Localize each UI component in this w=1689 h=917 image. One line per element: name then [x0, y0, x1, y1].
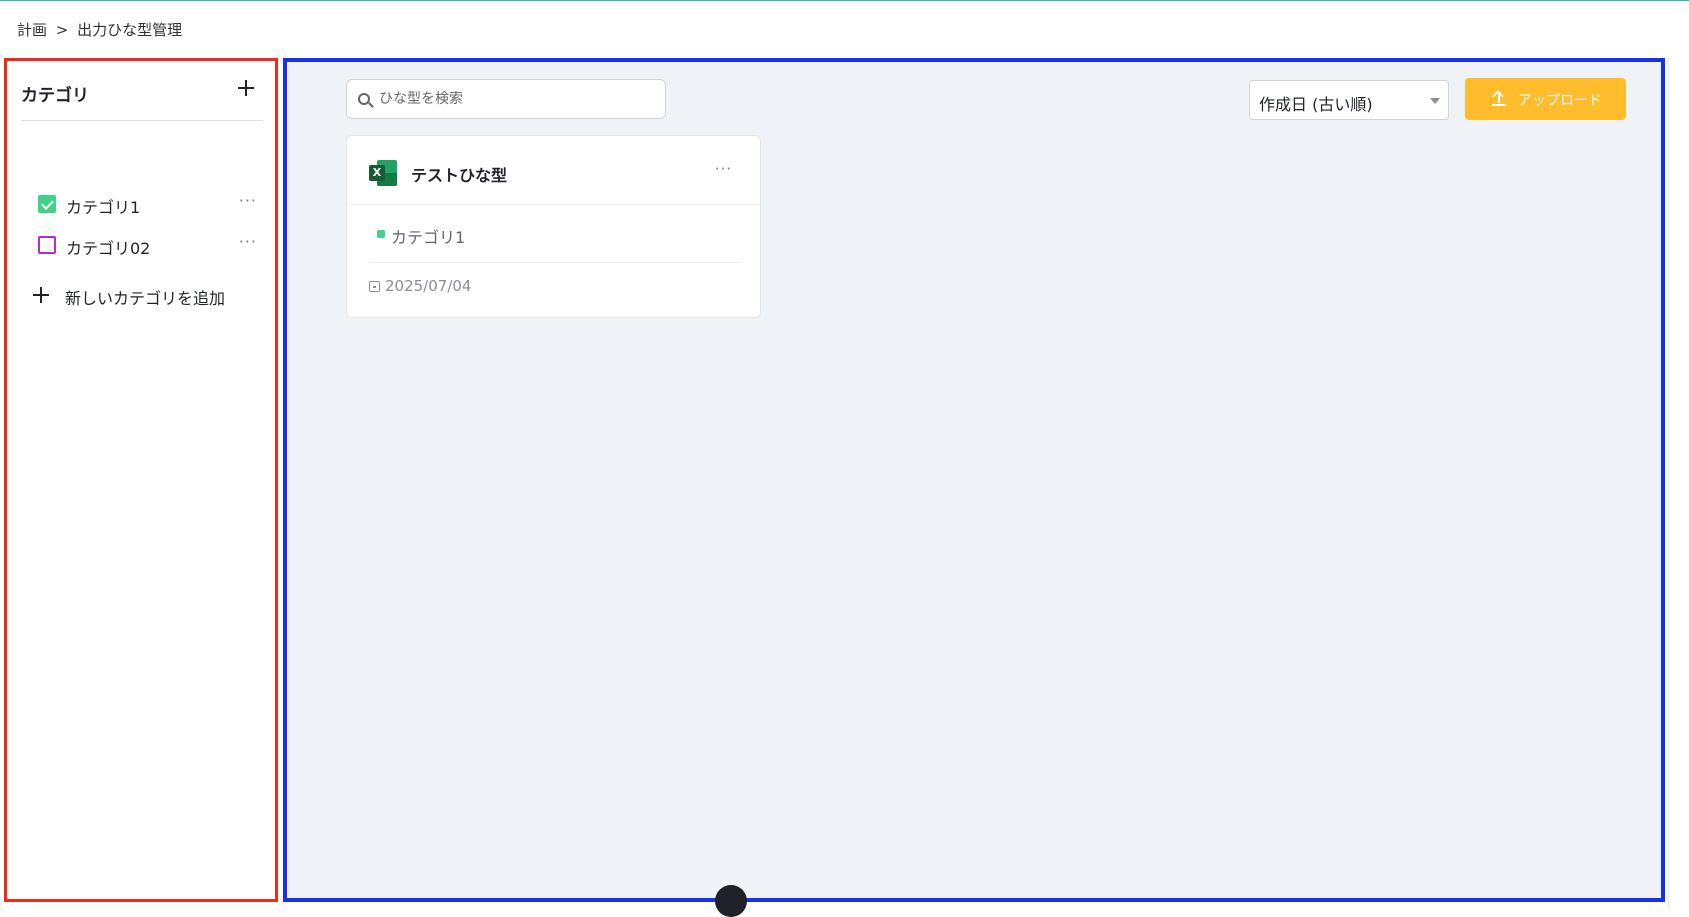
category-sidebar: カテゴリ カテゴリ1 ··· カテゴリ02 ··· 新しいカテゴリを追加 — [4, 58, 278, 902]
card-divider — [369, 262, 741, 263]
sidebar-title: カテゴリ — [21, 86, 89, 106]
floating-action-button[interactable] — [715, 885, 747, 917]
sort-select[interactable]: 作成日 (古い順) — [1249, 80, 1449, 120]
sidebar-header: カテゴリ — [21, 61, 263, 121]
more-options-icon[interactable]: ··· — [239, 191, 257, 210]
add-category-icon[interactable] — [235, 77, 257, 99]
excel-file-icon: X — [369, 160, 397, 186]
card-more-options-icon[interactable]: ··· — [715, 160, 732, 178]
category-label: カテゴリ02 — [66, 239, 151, 258]
upload-label: アップロード — [1518, 93, 1602, 109]
category-checkbox-checked[interactable] — [38, 195, 56, 213]
search-box[interactable] — [346, 79, 666, 119]
upload-icon — [1492, 90, 1506, 107]
more-options-icon[interactable]: ··· — [239, 232, 257, 251]
category-item-2[interactable]: カテゴリ02 ··· — [31, 228, 257, 260]
breadcrumb-parent[interactable]: 計画 — [17, 21, 47, 39]
chevron-down-icon — [1430, 98, 1440, 104]
calendar-icon — [369, 281, 380, 292]
breadcrumb: 計画 > 出力ひな型管理 — [17, 19, 182, 40]
breadcrumb-separator: > — [55, 20, 69, 39]
add-new-category-button[interactable]: 新しいカテゴリを追加 — [31, 280, 271, 310]
upload-button[interactable]: アップロード — [1465, 78, 1626, 120]
plus-icon — [33, 287, 49, 303]
breadcrumb-current: 出力ひな型管理 — [77, 21, 183, 39]
scrollbar-track[interactable] — [1668, 58, 1689, 908]
search-icon — [358, 93, 370, 105]
tag-label: カテゴリ1 — [391, 228, 466, 247]
top-accent-line — [0, 0, 1689, 1]
template-main-area: 作成日 (古い順) アップロード X テストひな型 ··· カテゴリ1 2025… — [283, 58, 1665, 902]
add-new-category-label: 新しいカテゴリを追加 — [65, 289, 226, 308]
category-item-1[interactable]: カテゴリ1 ··· — [31, 187, 257, 219]
sort-selected-value: 作成日 (古い順) — [1259, 95, 1373, 114]
search-input[interactable] — [379, 89, 659, 109]
card-header: X テストひな型 ··· — [347, 136, 760, 205]
template-card[interactable]: X テストひな型 ··· カテゴリ1 2025/07/04 — [346, 135, 761, 318]
date-label: 2025/07/04 — [385, 277, 472, 295]
category-checkbox-unchecked[interactable] — [38, 236, 56, 254]
tag-color-dot — [377, 230, 385, 238]
card-title[interactable]: テストひな型 — [411, 162, 507, 186]
category-label: カテゴリ1 — [66, 198, 141, 217]
